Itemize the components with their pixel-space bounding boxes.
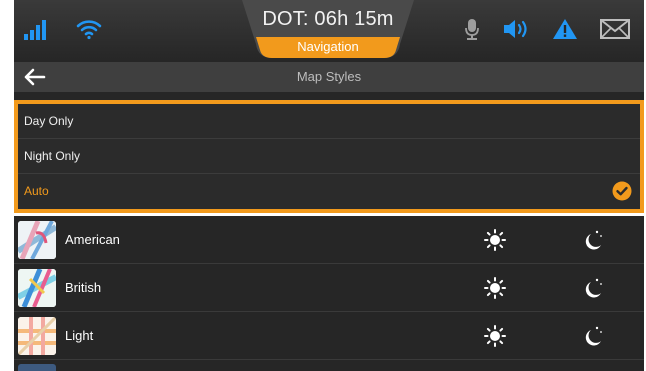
speaker-icon[interactable] [502, 18, 530, 40]
sun-icon[interactable] [484, 325, 506, 347]
sun-icon[interactable] [484, 229, 506, 251]
status-bar: DOT: 06h 15m Navigation [14, 0, 644, 62]
moon-icon[interactable] [582, 276, 604, 300]
signal-bars-icon [24, 18, 48, 40]
style-name: American [65, 232, 120, 247]
moon-icon[interactable] [582, 324, 604, 348]
sun-icon[interactable] [484, 277, 506, 299]
dot-timer-tab: DOT: 06h 15m Navigation [242, 0, 414, 58]
map-thumbnail-icon [18, 221, 56, 259]
map-style-list: American British Light [14, 216, 644, 371]
list-item[interactable]: Light [14, 312, 644, 360]
mode-night-only[interactable]: Night Only [18, 139, 640, 174]
divider [14, 92, 644, 100]
map-mode-list: Day Only Night Only Auto [14, 100, 644, 213]
map-thumbnail-icon [18, 317, 56, 355]
mode-day-only[interactable]: Day Only [18, 104, 640, 139]
mode-label: Day Only [24, 114, 74, 128]
title-bar: Map Styles [14, 62, 644, 92]
mail-icon[interactable] [600, 18, 630, 40]
warning-icon[interactable] [552, 18, 578, 40]
mode-label: Night Only [24, 149, 81, 163]
navigation-badge: Navigation [297, 39, 359, 54]
map-thumbnail-icon [18, 269, 56, 307]
checkmark-icon [612, 181, 632, 201]
microphone-icon[interactable] [464, 18, 480, 40]
list-item[interactable] [14, 360, 644, 371]
wifi-icon [76, 20, 102, 40]
moon-icon[interactable] [582, 228, 604, 252]
mode-label: Auto [24, 184, 49, 198]
mode-auto[interactable]: Auto [18, 174, 640, 209]
dot-timer: DOT: 06h 15m [262, 8, 394, 30]
page-title: Map Styles [296, 69, 362, 84]
list-item[interactable]: American [14, 216, 644, 264]
map-thumbnail-icon [18, 364, 56, 371]
style-name: Light [65, 328, 94, 343]
list-item[interactable]: British [14, 264, 644, 312]
style-name: British [65, 280, 102, 295]
